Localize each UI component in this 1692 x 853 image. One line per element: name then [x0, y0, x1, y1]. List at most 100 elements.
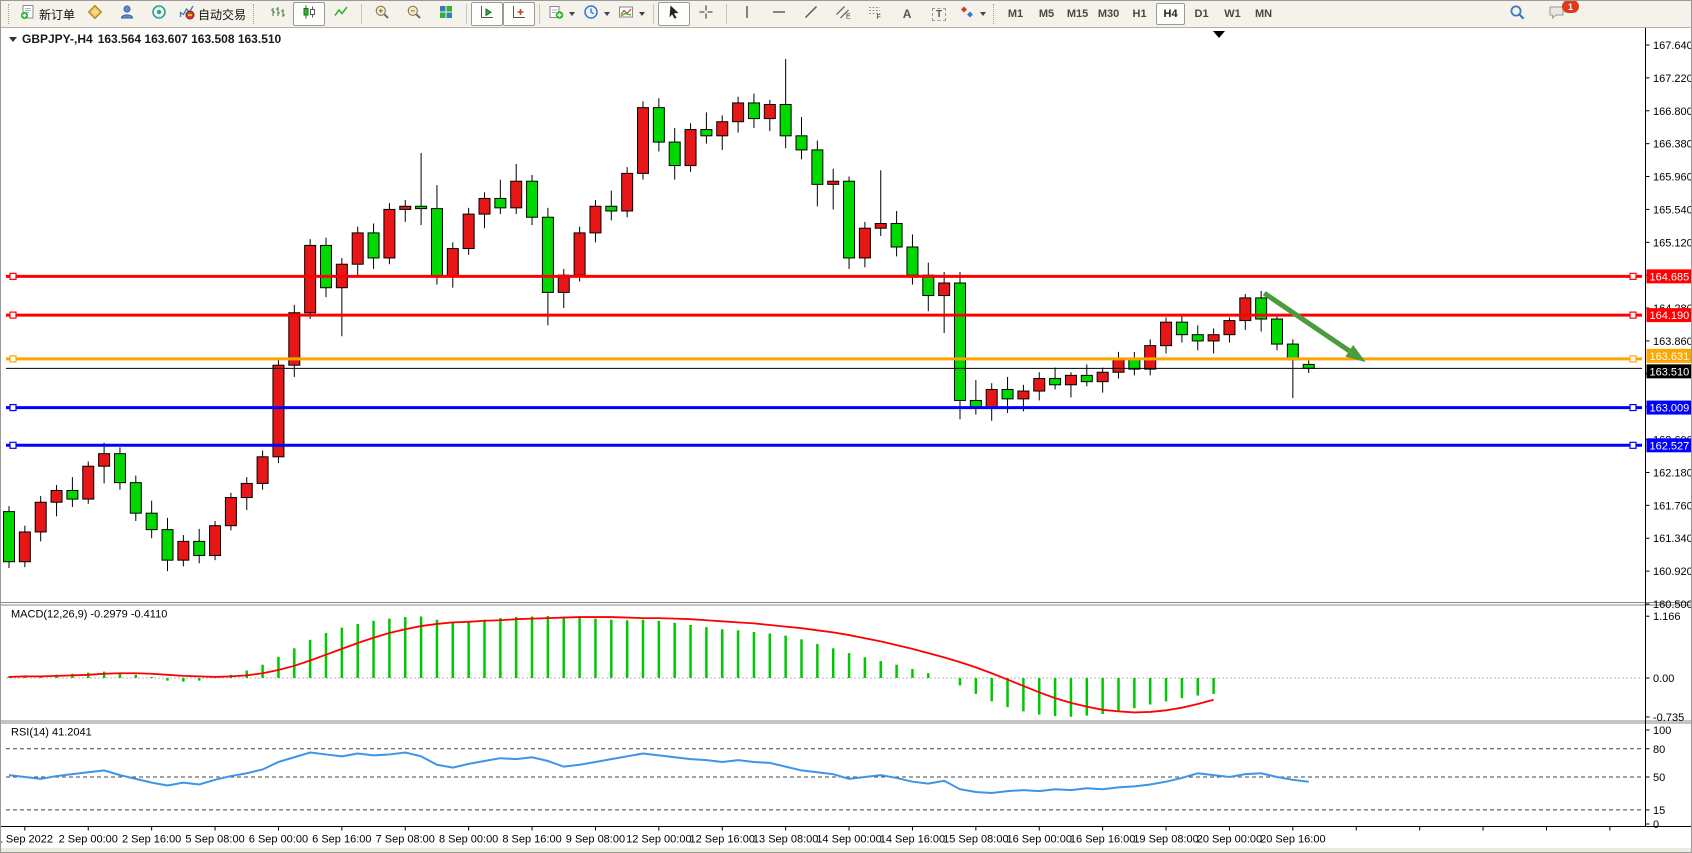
periods-button[interactable] [579, 2, 614, 26]
crosshair-button[interactable] [690, 2, 722, 26]
templates-button[interactable] [614, 2, 649, 26]
timeframe-button-MN[interactable]: MN [1249, 3, 1278, 25]
chat-unread-badge: 1 [1562, 0, 1579, 13]
price-tick-label: 160.500 [1653, 599, 1692, 611]
auto-trading-button[interactable]: 自动交易 [175, 2, 250, 26]
caret-down-icon [569, 12, 575, 16]
candle-body [416, 206, 427, 208]
profiles-button[interactable] [111, 2, 143, 26]
rsi-tick-label: 50 [1653, 772, 1665, 784]
toolbar-separator [361, 4, 362, 24]
tile-windows-button[interactable] [430, 2, 462, 26]
price-tick-label: 166.800 [1653, 106, 1692, 118]
vertical-line-icon [739, 4, 755, 25]
toolbar-grip[interactable] [253, 4, 258, 24]
line-chart-icon [333, 4, 349, 25]
fibonacci-icon: F [867, 4, 883, 25]
time-tick-label: 2 Sep 00:00 [59, 834, 118, 846]
timeframe-button-W1[interactable]: W1 [1218, 3, 1247, 25]
new-order-icon [20, 4, 36, 25]
line-handle[interactable] [10, 356, 16, 362]
line-handle[interactable] [1630, 273, 1636, 279]
candlestick-chart-type-button[interactable] [293, 2, 325, 26]
candlestick-icon [301, 4, 317, 25]
candle-body [923, 275, 934, 295]
label-tool-button[interactable]: T [923, 2, 955, 26]
candle-body [257, 457, 268, 484]
timeframe-button-M1[interactable]: M1 [1001, 3, 1030, 25]
candle-body [701, 130, 712, 136]
time-tick-label: 16 Sep 16:00 [1070, 834, 1135, 846]
candle-body [796, 136, 807, 150]
person-icon [119, 4, 135, 25]
alerts-button[interactable] [143, 2, 175, 26]
zoom-out-button[interactable] [398, 2, 430, 26]
price-badge-text: 163.009 [1650, 403, 1690, 415]
vertical-line-tool-button[interactable] [731, 2, 763, 26]
auto-scroll-button[interactable] [471, 2, 503, 26]
candle-body [19, 532, 30, 562]
line-handle[interactable] [1630, 312, 1636, 318]
candle-body [431, 209, 442, 277]
new-order-button[interactable]: 新订单 [16, 2, 79, 26]
trendline-tool-button[interactable] [795, 2, 827, 26]
timeframe-button-M15[interactable]: M15 [1063, 3, 1092, 25]
line-handle[interactable] [1630, 405, 1636, 411]
text-tool-button[interactable]: A [891, 2, 923, 26]
horizontal-line-tool-button[interactable] [763, 2, 795, 26]
candle-body [622, 173, 633, 211]
candle-body [891, 224, 902, 247]
arrows-tool-button[interactable] [955, 2, 990, 26]
timeframe-button-H4[interactable]: H4 [1156, 3, 1185, 25]
svg-text:E: E [846, 13, 851, 20]
time-tick-label: 5 Sep 08:00 [185, 834, 244, 846]
search-button[interactable] [1501, 3, 1533, 27]
candle-body [638, 108, 649, 174]
price-badge-text: 164.685 [1650, 271, 1690, 283]
zoom-out-icon [406, 4, 422, 25]
ohlc-bars-icon [269, 4, 285, 25]
line-handle[interactable] [10, 312, 16, 318]
trendline-icon [803, 4, 819, 25]
cursor-button[interactable] [658, 2, 690, 26]
toolbar-grip[interactable] [993, 4, 998, 24]
line-handle[interactable] [10, 442, 16, 448]
market-watch-button[interactable] [79, 2, 111, 26]
chat-button[interactable]: 1 [1541, 3, 1573, 27]
zoom-in-button[interactable] [366, 2, 398, 26]
candle-body [748, 103, 759, 119]
toolbar-separator [466, 4, 467, 24]
chart-window: GBPJPY-,H4 163.564 163.607 163.508 163.5… [1, 28, 1692, 853]
candle-body [146, 513, 157, 529]
timeframe-button-M5[interactable]: M5 [1032, 3, 1061, 25]
chart-title[interactable]: GBPJPY-,H4 163.564 163.607 163.508 163.5… [9, 32, 281, 46]
toolbar-grip[interactable] [8, 4, 13, 24]
candle-body [83, 466, 94, 499]
line-chart-type-button[interactable] [325, 2, 357, 26]
price-tick-label: 162.180 [1653, 467, 1692, 479]
new-chart-icon [548, 4, 564, 25]
timeframe-button-D1[interactable]: D1 [1187, 3, 1216, 25]
line-handle[interactable] [1630, 442, 1636, 448]
candle-body [907, 247, 918, 275]
timeframe-button-H1[interactable]: H1 [1125, 3, 1154, 25]
candle-body [1034, 379, 1045, 392]
bar-chart-type-button[interactable] [261, 2, 293, 26]
time-tick-label: 12 Sep 16:00 [690, 834, 755, 846]
candle-body [590, 206, 601, 233]
chart-background [1, 28, 1692, 853]
chart-canvas[interactable]: MACD(12,26,9) -0.2979 -0.4110RSI(14) 41.… [1, 28, 1692, 853]
line-handle[interactable] [10, 273, 16, 279]
line-handle[interactable] [1630, 356, 1636, 362]
price-badge-text: 163.510 [1650, 366, 1690, 378]
fibonacci-tool-button[interactable]: F [859, 2, 891, 26]
chart-shift-button[interactable] [503, 2, 535, 26]
symbol-dropdown-icon[interactable] [9, 37, 17, 42]
timeframe-button-M30[interactable]: M30 [1094, 3, 1123, 25]
line-handle[interactable] [10, 405, 16, 411]
new-chart-button[interactable] [544, 2, 579, 26]
horizontal-line-icon [771, 4, 787, 25]
channel-tool-button[interactable]: E [827, 2, 859, 26]
search-icon [1509, 4, 1526, 26]
candle-body [955, 283, 966, 400]
